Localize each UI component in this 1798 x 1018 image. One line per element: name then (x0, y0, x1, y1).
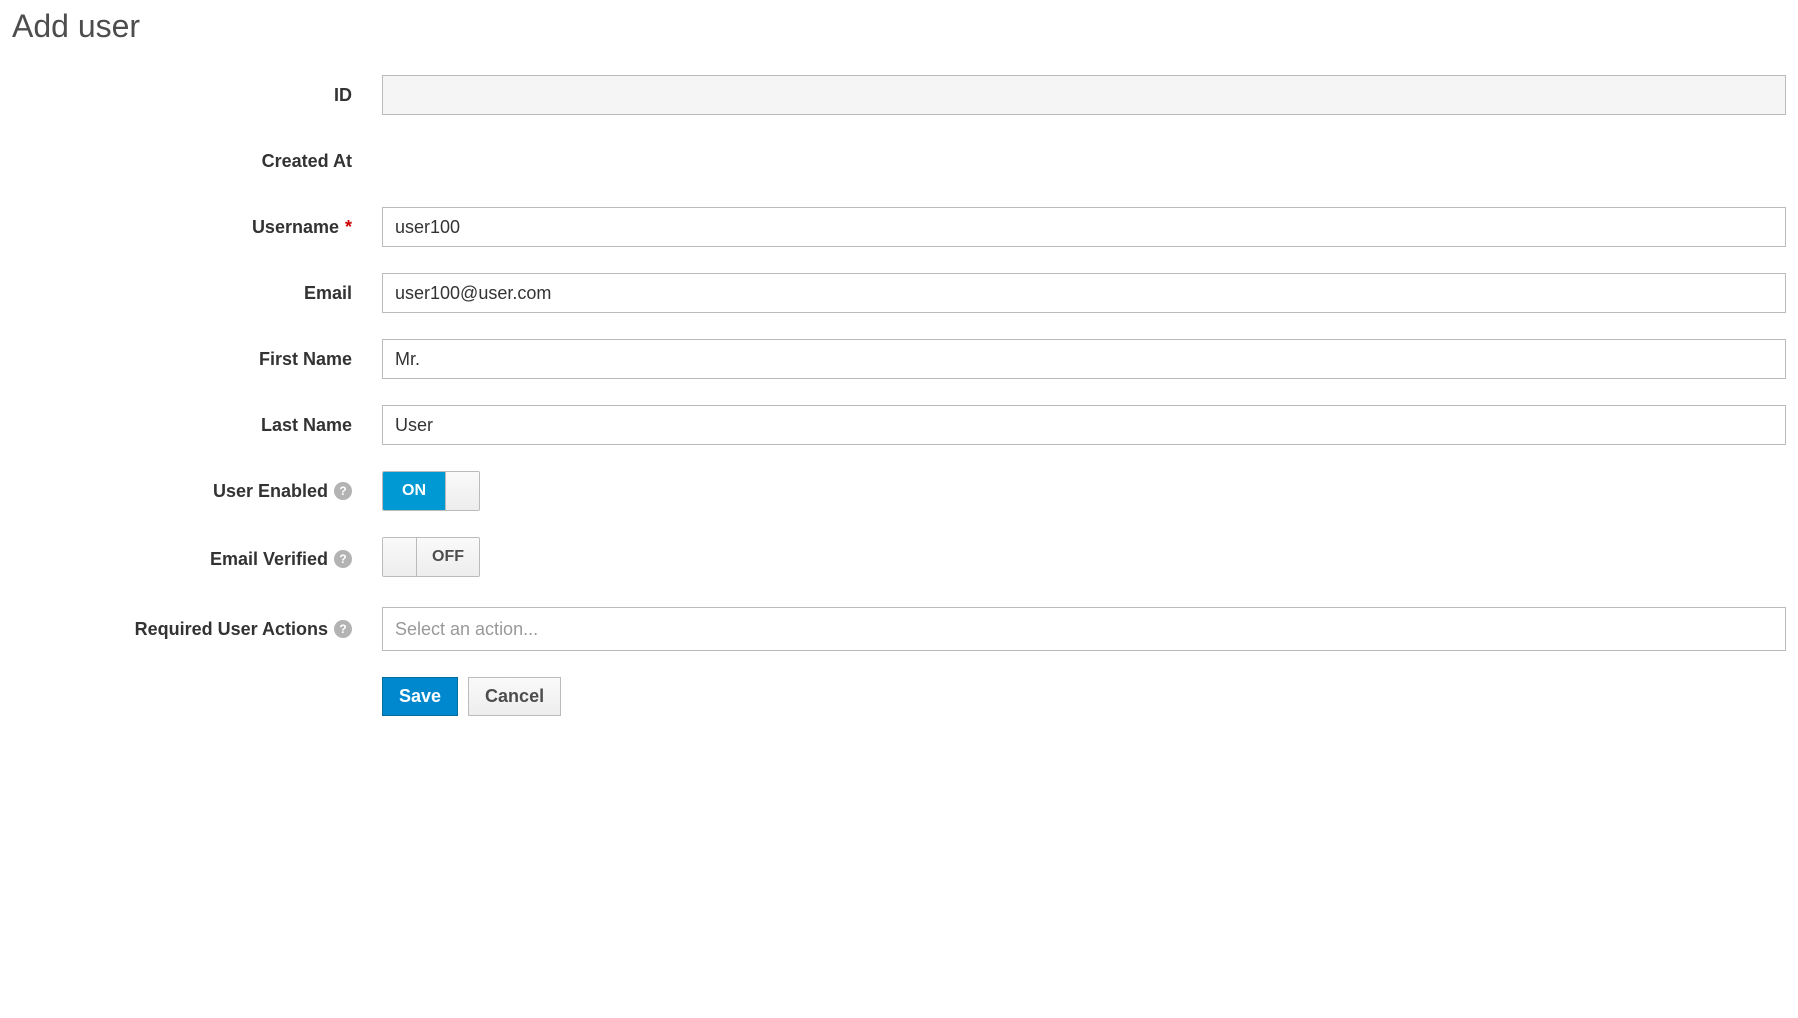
email-verified-toggle[interactable]: OFF (382, 537, 480, 577)
email-verified-label: Email Verified ? (12, 549, 382, 570)
required-marker: * (345, 217, 352, 238)
id-label: ID (12, 85, 382, 106)
help-icon[interactable]: ? (334, 620, 352, 638)
page-title: Add user (12, 8, 1786, 45)
help-icon[interactable]: ? (334, 550, 352, 568)
username-input[interactable] (382, 207, 1786, 247)
toggle-handle (445, 472, 479, 510)
first-name-input[interactable] (382, 339, 1786, 379)
created-at-label: Created At (12, 151, 382, 172)
email-label: Email (12, 283, 382, 304)
required-user-actions-label: Required User Actions ? (12, 619, 382, 640)
username-label: Username * (12, 217, 382, 238)
toggle-on-label: ON (383, 472, 445, 510)
last-name-label: Last Name (12, 415, 382, 436)
id-input (382, 75, 1786, 115)
save-button[interactable]: Save (382, 677, 458, 716)
first-name-label: First Name (12, 349, 382, 370)
email-input[interactable] (382, 273, 1786, 313)
help-icon[interactable]: ? (334, 482, 352, 500)
cancel-button[interactable]: Cancel (468, 677, 561, 716)
user-enabled-label: User Enabled ? (12, 481, 382, 502)
last-name-input[interactable] (382, 405, 1786, 445)
required-user-actions-select[interactable]: Select an action... (382, 607, 1786, 651)
toggle-handle (383, 538, 417, 576)
user-enabled-toggle[interactable]: ON (382, 471, 480, 511)
toggle-off-label: OFF (417, 538, 479, 576)
